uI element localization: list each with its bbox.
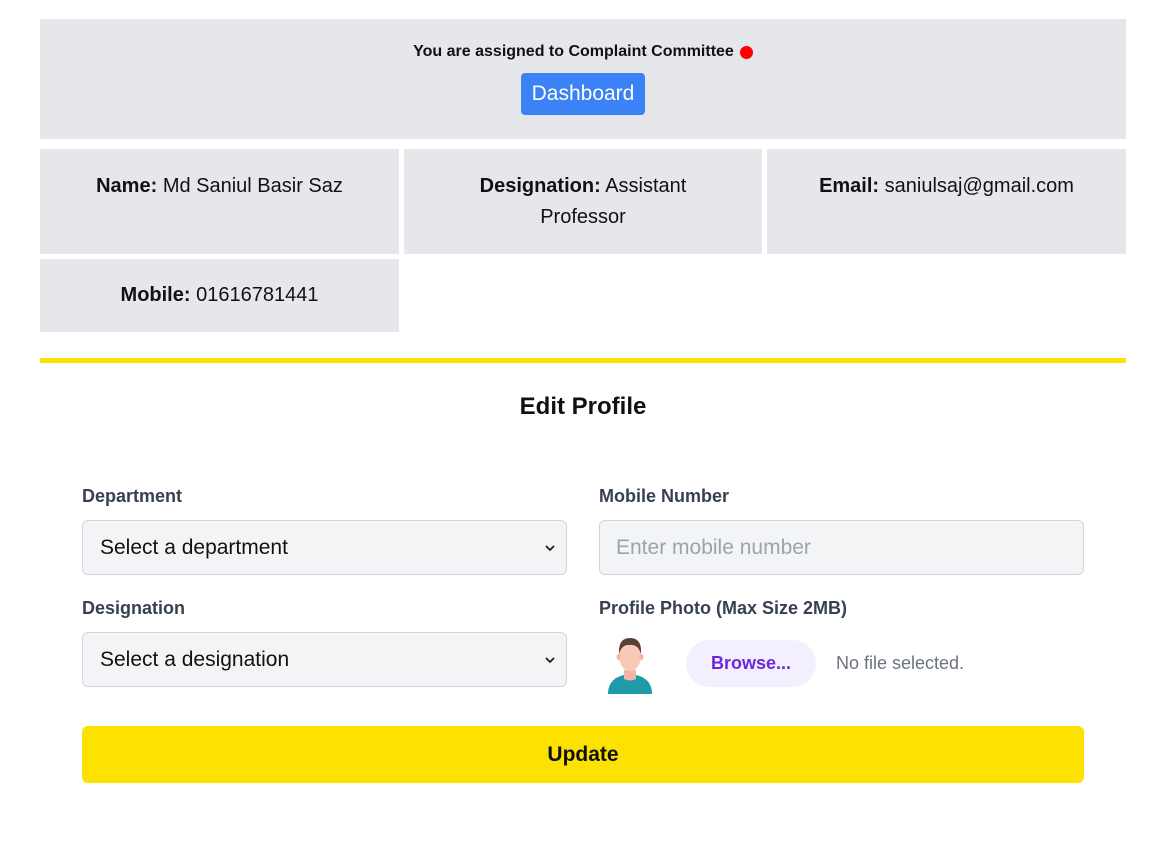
profile-photo-label: Profile Photo (Max Size 2MB): [599, 598, 848, 618]
name-value: Md Saniul Basir Saz: [162, 175, 343, 197]
assignment-text: You are assigned to Complaint Committee: [413, 43, 734, 60]
dashboard-button[interactable]: Dashboard: [520, 73, 646, 115]
email-label: Email:: [819, 175, 880, 197]
department-select[interactable]: Select a department: [82, 520, 567, 575]
browse-file-button[interactable]: Browse...: [686, 640, 816, 687]
department-label: Department: [82, 486, 183, 506]
edit-profile-title: Edit Profile: [519, 393, 647, 420]
assignment-banner: You are assigned to Complaint Committee …: [40, 19, 1126, 139]
designation-label: Designation:: [479, 175, 601, 197]
assignment-notice: You are assigned to Complaint Committee: [413, 43, 753, 61]
user-avatar-icon: [608, 638, 652, 694]
designation-selected-value: Select a designation: [100, 647, 290, 671]
designation-select[interactable]: Select a designation: [82, 632, 567, 687]
email-value: saniulsaj@gmail.com: [884, 175, 1074, 197]
status-dot-icon: [739, 45, 753, 59]
mobile-number-input[interactable]: [599, 520, 1084, 575]
update-button[interactable]: Update: [82, 726, 1084, 783]
chevron-down-icon: [545, 544, 555, 551]
section-divider: [40, 358, 1126, 363]
profile-email-cell: Email: saniulsaj@gmail.com: [767, 149, 1126, 254]
chevron-down-icon: [545, 656, 555, 663]
file-status-text: No file selected.: [836, 653, 965, 673]
name-label: Name:: [96, 175, 158, 197]
profile-mobile-cell: Mobile: 01616781441: [40, 259, 399, 332]
mobile-number-label: Mobile Number: [599, 486, 730, 506]
profile-designation-cell: Designation: Assistant Professor: [404, 149, 762, 254]
mobile-value: 01616781441: [196, 284, 319, 306]
mobile-label: Mobile:: [120, 284, 191, 306]
profile-name-cell: Name: Md Saniul Basir Saz: [40, 149, 399, 254]
department-selected-value: Select a department: [100, 535, 288, 559]
designation-field-label: Designation: [82, 598, 186, 618]
